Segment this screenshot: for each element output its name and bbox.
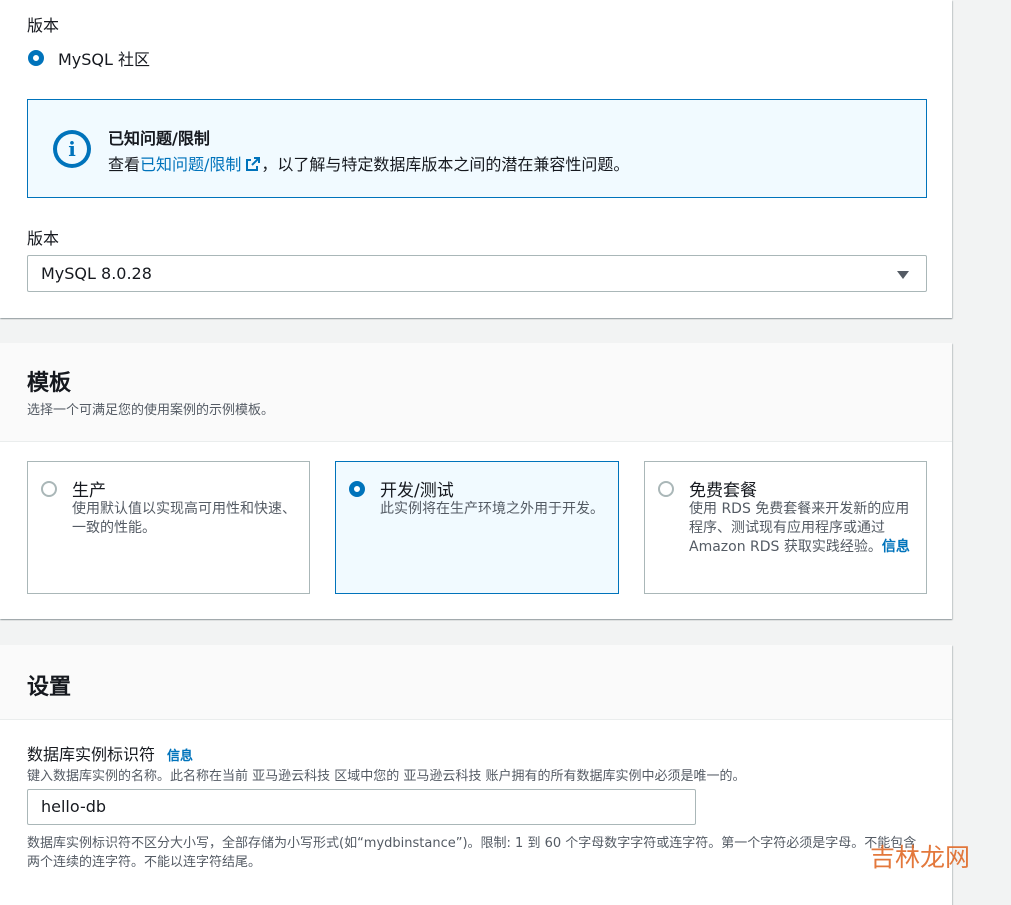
identifier-info-link[interactable]: 信息 <box>167 749 193 764</box>
alert-body-suffix: ，以了解与特定数据库版本之间的潜在兼容性问题。 <box>261 155 630 174</box>
radio-selected-icon[interactable] <box>349 481 365 497</box>
radio-unselected-icon[interactable] <box>41 481 57 497</box>
template-name: 免费套餐 <box>689 481 757 501</box>
templates-header: 模板 选择一个可满足您的使用案例的示例模板。 <box>0 343 952 442</box>
templates-card: 模板 选择一个可满足您的使用案例的示例模板。 生产 使用默认值以实现高可用性和快… <box>0 343 952 619</box>
identifier-label: 数据库实例标识符 <box>27 745 156 764</box>
template-desc: 使用默认值以实现高可用性和快速、一致的性能。 <box>72 501 296 536</box>
known-issues-link-text[interactable]: 已知问题/限制 <box>140 155 241 174</box>
version-select[interactable]: MySQL 8.0.28 <box>27 255 927 292</box>
templates-title: 模板 <box>27 371 72 396</box>
templates-description: 选择一个可满足您的使用案例的示例模板。 <box>27 403 275 418</box>
radio-selected-icon[interactable] <box>28 50 44 66</box>
radio-unselected-icon[interactable] <box>658 481 674 497</box>
free-tier-info-link[interactable]: 信息 <box>882 539 910 555</box>
edition-label: 版本 <box>27 16 60 35</box>
template-desc: 使用 RDS 免费套餐来开发新的应用程序、测试现有应用程序或通过 Amazon … <box>689 500 917 557</box>
settings-header: 设置 <box>0 645 952 720</box>
caret-down-icon[interactable] <box>896 270 910 280</box>
identifier-label-row: 数据库实例标识符 信息 <box>27 741 193 765</box>
version-label: 版本 <box>27 229 60 248</box>
settings-card: 设置 数据库实例标识符 信息 键入数据库实例的名称。此名称在当前 亚马逊云科技 区… <box>0 645 952 905</box>
identifier-constraint: 数据库实例标识符不区分大小写，全部存储为小写形式(如“mydbinstance”… <box>27 836 917 870</box>
info-icon: i <box>53 130 91 168</box>
template-name: 生产 <box>72 481 106 501</box>
edition-option-label: MySQL 社区 <box>58 50 151 69</box>
version-select-value: MySQL 8.0.28 <box>41 264 152 283</box>
external-link-icon[interactable] <box>245 156 261 172</box>
alert-title: 已知问题/限制 <box>108 129 210 148</box>
identifier-description: 键入数据库实例的名称。此名称在当前 亚马逊云科技 区域中您的 亚马逊云科技 账户… <box>27 769 746 784</box>
template-tile-free-tier[interactable]: 免费套餐 使用 RDS 免费套餐来开发新的应用程序、测试现有应用程序或通过 Am… <box>644 461 927 594</box>
known-issues-link[interactable]: 已知问题/限制 <box>140 155 261 174</box>
settings-title: 设置 <box>27 675 72 700</box>
template-name: 开发/测试 <box>380 481 454 501</box>
edition-radio-mysql-community[interactable]: MySQL 社区 <box>28 46 150 70</box>
engine-options-card: 版本 MySQL 社区 i 已知问题/限制 查看已知问题/限制 ，以了解与特定数据… <box>0 0 952 318</box>
alert-body-prefix: 查看 <box>108 155 141 174</box>
template-desc-text: 使用 RDS 免费套餐来开发新的应用程序、测试现有应用程序或通过 Amazon … <box>689 501 910 555</box>
template-tile-production[interactable]: 生产 使用默认值以实现高可用性和快速、一致的性能。 <box>27 461 310 594</box>
alert-body: 查看已知问题/限制 ，以了解与特定数据库版本之间的潜在兼容性问题。 <box>108 151 629 175</box>
watermark-logo: 吉林龙网 <box>870 843 971 872</box>
template-tile-dev-test[interactable]: 开发/测试 此实例将在生产环境之外用于开发。 <box>335 461 619 594</box>
template-desc: 此实例将在生产环境之外用于开发。 <box>380 501 604 517</box>
known-issues-alert: i 已知问题/限制 查看已知问题/限制 ，以了解与特定数据库版本之间的潜在兼容性问… <box>27 99 927 198</box>
identifier-input[interactable]: hello-db <box>27 789 696 825</box>
